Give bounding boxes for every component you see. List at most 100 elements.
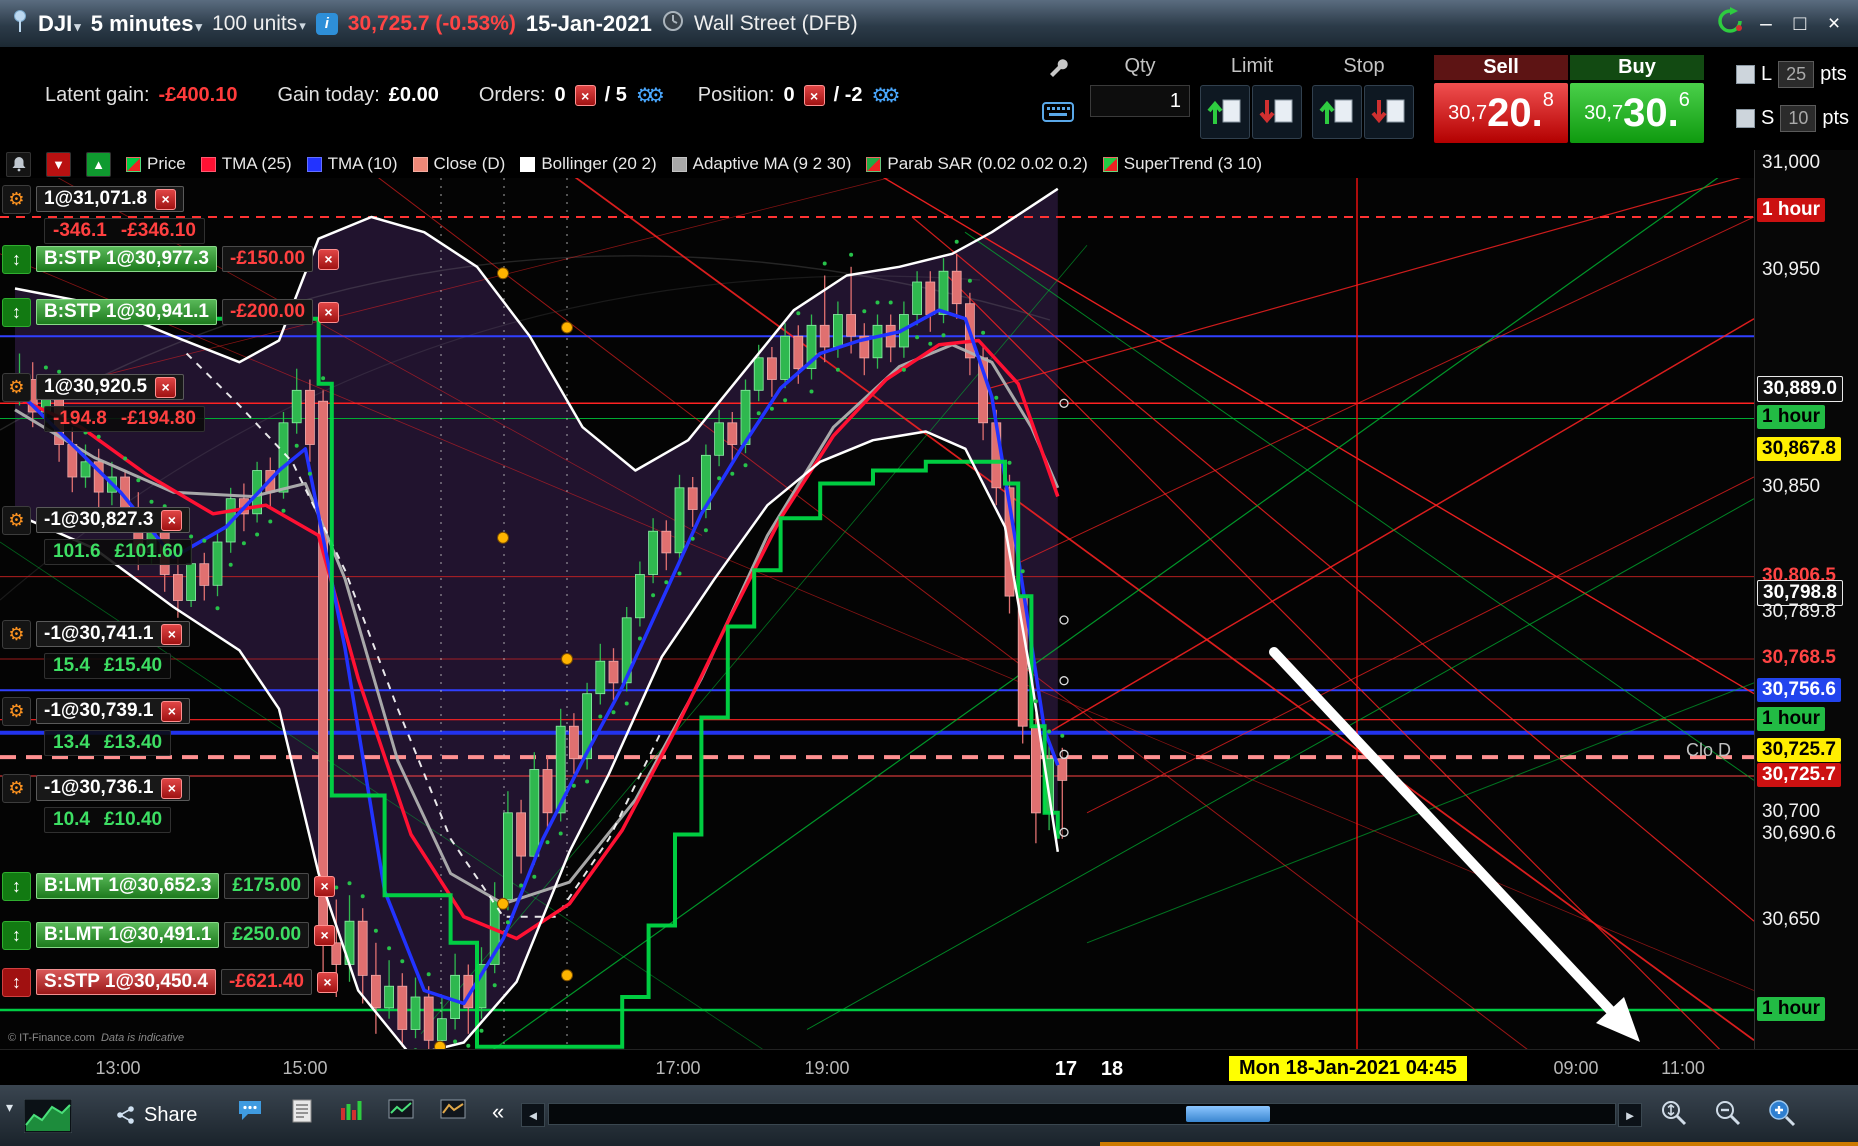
cancel-all-orders-icon[interactable]: × bbox=[574, 85, 596, 106]
s-unit: pts bbox=[1822, 107, 1850, 129]
order-chip[interactable]: B:STP 1@30,977.3 bbox=[36, 246, 217, 272]
pin-icon[interactable] bbox=[12, 8, 28, 40]
cancel-order-icon[interactable]: × bbox=[155, 376, 177, 398]
legend-item[interactable]: Price bbox=[126, 154, 186, 174]
sell-stop-order-button[interactable] bbox=[1364, 85, 1414, 139]
stop-distance-value[interactable]: 10 bbox=[1780, 105, 1817, 132]
orders-settings-icon[interactable]: ⚙⚙ bbox=[636, 83, 665, 108]
cancel-order-icon[interactable]: × bbox=[318, 301, 340, 323]
order-pnl: -£621.40 bbox=[220, 969, 312, 995]
price-axis-label: 30,756.6 bbox=[1757, 678, 1841, 702]
gear-icon[interactable]: ⚙ bbox=[2, 372, 31, 402]
collapse-toolbar-icon[interactable]: « bbox=[492, 1099, 504, 1125]
order-row: ⚙ -1@30,827.3 × bbox=[2, 505, 191, 535]
minimize-button[interactable]: – bbox=[1754, 12, 1778, 36]
legend-item[interactable]: TMA (10) bbox=[306, 154, 398, 174]
close-button[interactable]: × bbox=[1822, 12, 1846, 36]
legend-item[interactable]: SuperTrend (3 10) bbox=[1102, 154, 1262, 174]
move-order-icon[interactable]: ↕ bbox=[2, 871, 31, 901]
buy-marker-icon[interactable]: ▲ bbox=[86, 151, 111, 177]
indicators-icon[interactable] bbox=[340, 1099, 362, 1121]
units-selector[interactable]: 100 units ▾ bbox=[212, 12, 306, 36]
move-order-icon[interactable]: ↕ bbox=[2, 967, 31, 997]
window-layout-icon[interactable] bbox=[388, 1099, 414, 1119]
order-chip[interactable]: -1@30,739.1 × bbox=[36, 698, 191, 724]
order-chip[interactable]: -1@30,741.1 × bbox=[36, 621, 191, 647]
cancel-order-icon[interactable]: × bbox=[161, 623, 183, 645]
new-chart-icon[interactable] bbox=[440, 1099, 466, 1119]
order-settings-wrench-icon[interactable] bbox=[1040, 51, 1076, 85]
news-icon[interactable] bbox=[292, 1099, 312, 1123]
chat-icon[interactable] bbox=[237, 1099, 263, 1121]
instrument-selector[interactable]: DJI ▾ bbox=[38, 11, 81, 37]
order-chip[interactable]: B:LMT 1@30,652.3 bbox=[36, 873, 220, 899]
cancel-order-icon[interactable]: × bbox=[161, 509, 183, 531]
maximize-button[interactable]: □ bbox=[1788, 12, 1812, 36]
chart-type-icon[interactable] bbox=[24, 1099, 72, 1133]
keyboard-icon[interactable] bbox=[1040, 95, 1076, 129]
legend-item[interactable]: TMA (25) bbox=[200, 154, 292, 174]
zoom-out-icon[interactable] bbox=[1714, 1099, 1742, 1127]
cancel-order-icon[interactable]: × bbox=[314, 875, 336, 897]
order-pnl-points: 101.6 £101.60 bbox=[44, 539, 193, 565]
limit-distance-value[interactable]: 25 bbox=[1778, 61, 1815, 88]
refresh-icon[interactable] bbox=[1716, 6, 1744, 41]
legend-item[interactable]: Parab SAR (0.02 0.02 0.2) bbox=[866, 154, 1088, 174]
buy-button[interactable]: 30,7 30. 6 bbox=[1570, 83, 1704, 143]
gear-icon[interactable]: ⚙ bbox=[2, 505, 31, 535]
gear-icon[interactable]: ⚙ bbox=[2, 184, 31, 214]
order-chip[interactable]: -1@30,736.1 × bbox=[36, 775, 191, 801]
legend-label: Parab SAR (0.02 0.02 0.2) bbox=[887, 154, 1088, 173]
order-pnl-points: -346.1 -£346.10 bbox=[44, 218, 205, 244]
legend-item[interactable]: Bollinger (20 2) bbox=[520, 154, 657, 174]
scroll-left-arrow[interactable]: ◄ bbox=[521, 1103, 545, 1127]
legend-item[interactable]: Close (D) bbox=[412, 154, 505, 174]
move-order-icon[interactable]: ↕ bbox=[2, 297, 31, 327]
order-chip[interactable]: 1@31,071.8 × bbox=[36, 186, 185, 212]
sell-marker-icon[interactable]: ▼ bbox=[46, 151, 71, 177]
close-position-icon[interactable]: × bbox=[803, 85, 825, 106]
cancel-order-icon[interactable]: × bbox=[314, 924, 336, 946]
gear-icon[interactable]: ⚙ bbox=[2, 696, 31, 726]
position-settings-icon[interactable]: ⚙⚙ bbox=[872, 83, 901, 108]
order-chip[interactable]: 1@30,920.5 × bbox=[36, 374, 185, 400]
buy-limit-order-button[interactable] bbox=[1200, 85, 1250, 139]
stop-checkbox[interactable] bbox=[1736, 109, 1755, 128]
chart-style-dropdown-icon[interactable]: ▾ bbox=[6, 1099, 13, 1116]
scroll-right-arrow[interactable]: ► bbox=[1618, 1103, 1642, 1127]
price-axis[interactable]: 31,000 1 hour 30,950 30,889.0 1 hour 30,867.8… bbox=[1754, 150, 1858, 1049]
buy-stop-order-button[interactable] bbox=[1312, 85, 1362, 139]
timeframe-selector[interactable]: 5 minutes ▾ bbox=[91, 11, 202, 37]
price-axis-label: 1 hour bbox=[1757, 198, 1826, 222]
bell-icon[interactable] bbox=[6, 151, 31, 177]
share-button[interactable]: Share bbox=[110, 1099, 203, 1131]
zoom-in-icon[interactable] bbox=[1768, 1099, 1796, 1127]
sell-limit-order-button[interactable] bbox=[1252, 85, 1302, 139]
position-label: Position: bbox=[697, 84, 775, 106]
zoom-fit-icon[interactable] bbox=[1660, 1099, 1688, 1127]
order-chip[interactable]: -1@30,827.3 × bbox=[36, 507, 191, 533]
cancel-order-icon[interactable]: × bbox=[155, 188, 177, 210]
order-chip[interactable]: S:STP 1@30,450.4 bbox=[36, 969, 216, 995]
order-chip[interactable]: B:STP 1@30,941.1 bbox=[36, 299, 217, 325]
time-axis[interactable]: 13:00 15:00 17:00 19:00 17 18 09:00 11:00 bbox=[0, 1049, 1858, 1086]
legend-items: Price TMA (25) TMA (10) Close (D) Bollinger … bbox=[126, 154, 1262, 174]
legend-item[interactable]: Adaptive MA (9 2 30) bbox=[671, 154, 851, 174]
cancel-order-icon[interactable]: × bbox=[318, 248, 340, 270]
chart-scrollbar[interactable] bbox=[548, 1103, 1616, 1125]
scrollbar-thumb[interactable] bbox=[1186, 1106, 1270, 1122]
order-label: 1@31,071.8 bbox=[44, 188, 148, 209]
sell-button[interactable]: 30,7 20. 8 bbox=[1434, 83, 1568, 143]
gear-icon[interactable]: ⚙ bbox=[2, 773, 31, 803]
cancel-order-icon[interactable]: × bbox=[316, 971, 338, 993]
order-chip[interactable]: B:LMT 1@30,491.1 bbox=[36, 922, 220, 948]
cancel-order-icon[interactable]: × bbox=[161, 700, 183, 722]
cancel-order-icon[interactable]: × bbox=[161, 777, 183, 799]
stats-bar: Latent gain: -£400.10 Gain today: £0.00 … bbox=[0, 47, 1858, 150]
limit-checkbox[interactable] bbox=[1736, 65, 1755, 84]
info-icon[interactable]: i bbox=[315, 12, 338, 35]
gear-icon[interactable]: ⚙ bbox=[2, 619, 31, 649]
qty-input[interactable]: 1 bbox=[1090, 85, 1190, 117]
move-order-icon[interactable]: ↕ bbox=[2, 920, 31, 950]
move-order-icon[interactable]: ↕ bbox=[2, 244, 31, 274]
